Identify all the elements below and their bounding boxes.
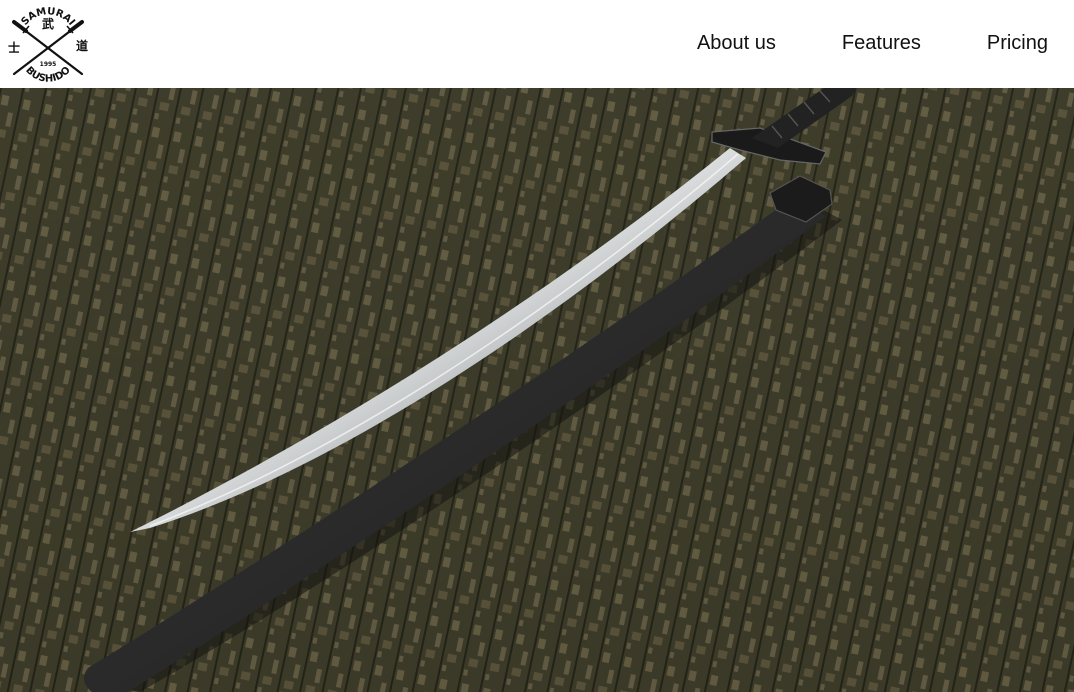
- logo-kanji-right: 道: [76, 38, 88, 53]
- logo-year: 1995: [40, 61, 57, 68]
- logo-kanji-center: 武: [42, 16, 54, 31]
- site-header: SAMURAI BUSHIDO 武 士 道 1995 About us Feat…: [0, 0, 1074, 88]
- hero-image-katana: [0, 88, 1074, 692]
- main-nav: About us Features Pricing: [697, 30, 1048, 56]
- nav-link-pricing[interactable]: Pricing: [987, 30, 1048, 56]
- nav-link-about-us[interactable]: About us: [697, 30, 776, 56]
- logo-kanji-left: 士: [8, 40, 20, 55]
- katana-illustration: [0, 88, 1074, 692]
- logo-emblem: SAMURAI BUSHIDO 武 士 道 1995: [8, 6, 88, 85]
- samurai-bushido-logo[interactable]: SAMURAI BUSHIDO 武 士 道 1995: [2, 2, 94, 86]
- nav-link-features[interactable]: Features: [842, 30, 921, 56]
